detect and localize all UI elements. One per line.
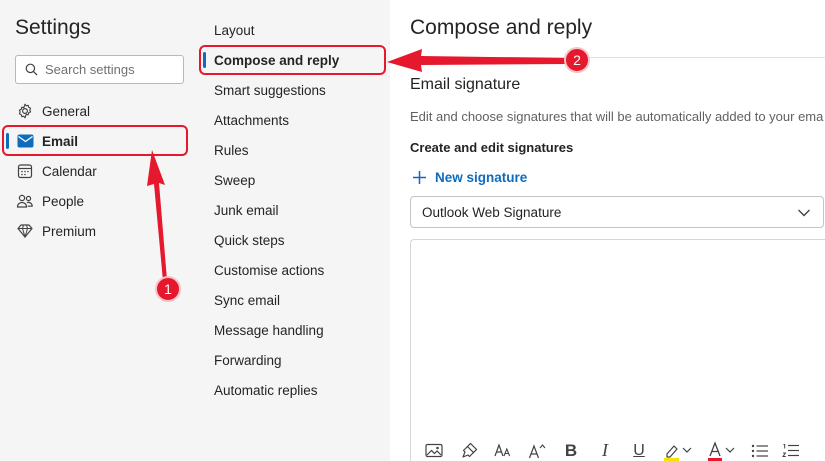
arrow-1 [147, 150, 167, 281]
arrow-2 [387, 49, 568, 72]
annotation-arrows [147, 49, 568, 281]
step-badge-1: 1 [155, 276, 181, 302]
step-badge-2: 2 [564, 47, 590, 73]
